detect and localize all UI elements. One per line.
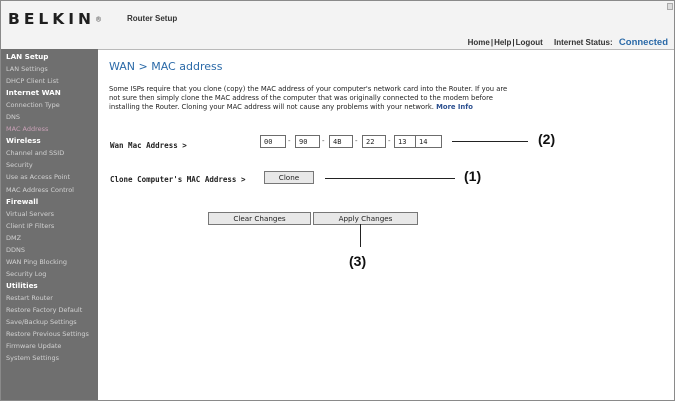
help-link[interactable]: Help — [494, 38, 511, 47]
mac-separator: - — [288, 137, 291, 145]
clear-changes-button[interactable]: Clear Changes — [208, 212, 311, 225]
logout-link[interactable]: Logout — [516, 38, 543, 47]
sidebar-item-virtual-servers[interactable]: Virtual Servers — [1, 208, 98, 220]
page-description: Some ISPs require that you clone (copy) … — [109, 85, 508, 111]
sidebar-nav: LAN Setup LAN Settings DHCP Client List Int… — [1, 49, 98, 400]
mac-separator: - — [322, 137, 325, 145]
sidebar-item-lan-setup: LAN Setup — [6, 52, 49, 61]
mac-octet-2[interactable]: 90 — [295, 135, 320, 148]
apply-changes-button[interactable]: Apply Changes — [313, 212, 418, 225]
clone-mac-label: Clone Computer's MAC Address > — [110, 175, 246, 184]
belkin-logo: BELKIN® — [8, 10, 103, 28]
sidebar-item-utilities: Utilities — [6, 280, 38, 290]
sidebar-item-firmware-update[interactable]: Firmware Update — [1, 340, 98, 352]
callout-1: (1) — [464, 168, 482, 184]
sidebar-item-connection-type[interactable]: Connection Type — [1, 99, 98, 111]
callout-line-3 — [360, 224, 361, 247]
mac-separator: - — [388, 137, 391, 145]
mac-octet-3[interactable]: 4B — [329, 135, 353, 148]
internet-status-value: Connected — [618, 37, 668, 48]
internet-status-label: Internet Status: — [554, 38, 613, 47]
sidebar-item-dhcp-client-list[interactable]: DHCP Client List — [1, 75, 98, 87]
sidebar-item-internet-wan: Internet WAN — [6, 88, 61, 98]
more-info-link[interactable]: More Info — [436, 103, 473, 111]
mac-octet-4[interactable]: 22 — [362, 135, 386, 148]
page-title: WAN > MAC address — [109, 60, 223, 73]
home-link[interactable]: Home — [468, 38, 490, 47]
scroll-up-icon[interactable] — [667, 3, 673, 10]
callout-line-2 — [452, 141, 528, 142]
wan-mac-label: Wan Mac Address > — [110, 141, 187, 150]
page-heading: Router Setup — [127, 14, 178, 23]
sidebar-item-mac-address-control[interactable]: MAC Address Control — [1, 184, 98, 196]
sidebar-item-security-log[interactable]: Security Log — [1, 268, 98, 280]
callout-3: (3) — [349, 253, 367, 269]
sidebar-item-system-settings[interactable]: System Settings — [1, 352, 98, 364]
clone-button[interactable]: Clone — [264, 171, 314, 184]
sidebar-item-wireless: Wireless — [6, 136, 41, 146]
sidebar-item-restore-factory-default[interactable]: Restore Factory Default — [1, 304, 98, 316]
sidebar-item-dmz[interactable]: DMZ — [1, 232, 98, 244]
sidebar-item-mac-address[interactable]: MAC Address — [1, 123, 98, 135]
sidebar-item-lan-settings[interactable]: LAN Settings — [1, 63, 98, 75]
logo-registered-mark: ® — [95, 15, 103, 24]
sidebar-item-use-as-access-point[interactable]: Use as Access Point — [1, 171, 98, 183]
sidebar-item-restart-router[interactable]: Restart Router — [1, 292, 98, 304]
callout-2: (2) — [538, 131, 556, 147]
mac-octet-6[interactable]: 14 — [415, 135, 442, 148]
mac-octet-5[interactable]: 13 — [394, 135, 416, 148]
sidebar-item-firewall: Firewall — [6, 196, 39, 206]
top-links: Home|Help|Logout Internet Status: Connec… — [467, 37, 668, 48]
sidebar-item-wan-ping-blocking[interactable]: WAN Ping Blocking — [1, 256, 98, 268]
router-window: BELKIN® Router Setup Home|Help|Logout In… — [0, 0, 675, 401]
sidebar-item-ddns[interactable]: DDNS — [1, 244, 98, 256]
main-content: WAN > MAC address Some ISPs require that… — [99, 49, 674, 400]
callout-line-1 — [325, 178, 455, 179]
sidebar-item-client-ip-filters[interactable]: Client IP Filters — [1, 220, 98, 232]
sidebar-item-dns[interactable]: DNS — [1, 111, 98, 123]
sidebar-item-channel-and-ssid[interactable]: Channel and SSID — [1, 147, 98, 159]
mac-octet-1[interactable]: 00 — [260, 135, 286, 148]
sidebar-item-restore-previous-settings[interactable]: Restore Previous Settings — [1, 328, 98, 340]
mac-separator: - — [355, 137, 358, 145]
sidebar-item-save-backup-settings[interactable]: Save/Backup Settings — [1, 316, 98, 328]
sidebar-item-security[interactable]: Security — [1, 159, 98, 171]
header-bar: BELKIN® Router Setup Home|Help|Logout In… — [1, 1, 674, 50]
